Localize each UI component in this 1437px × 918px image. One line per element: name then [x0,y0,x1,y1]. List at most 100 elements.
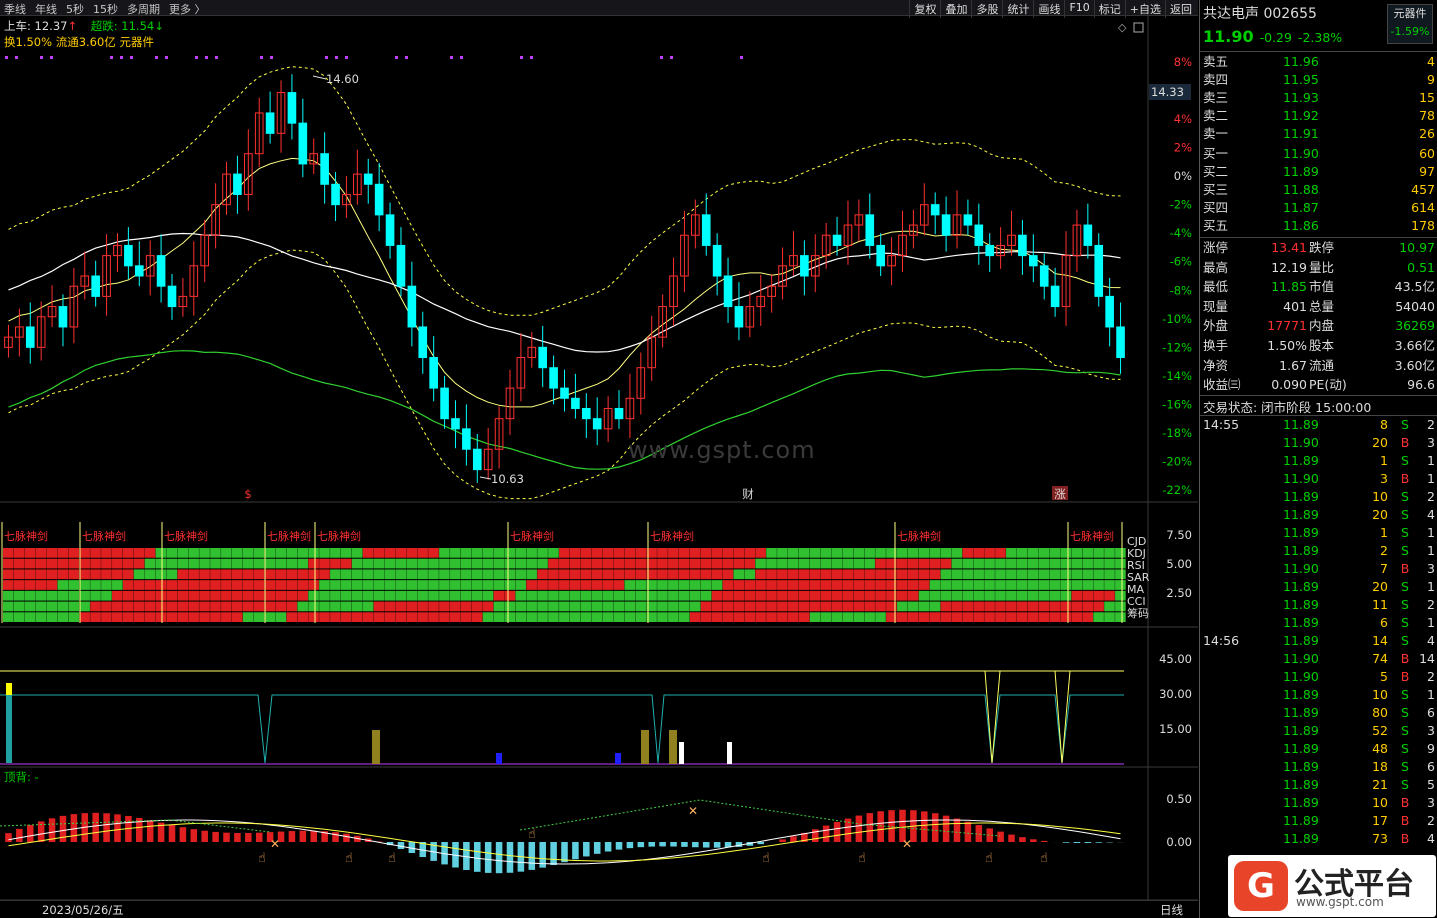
orderbook-row[interactable]: 卖四 11.95 9 [1203,71,1435,89]
signal-cell [1049,612,1061,622]
hand-signal-icon[interactable]: ☝ [388,851,396,866]
candle-body [1050,285,1060,308]
period-item-0[interactable]: 季线 [4,1,26,17]
orderbook-price: 11.92 [1283,108,1319,123]
window-icon[interactable] [1133,22,1144,33]
hand-signal-icon[interactable]: ☝ [528,827,536,842]
tool-menu[interactable]: 复权 叠加 多股 统计 画线 F10 标记 +自选 返回 [909,0,1196,18]
p3-tick-label: 15.00 [1159,722,1192,736]
signal-cell [711,612,723,622]
trade-row: 11.89 1 S 1 [1203,452,1435,470]
orderbook-row[interactable]: 买五 11.86 178 [1203,217,1435,235]
event-marker[interactable]: 涨 [1054,487,1066,501]
event-marker[interactable]: $ [244,487,251,501]
signal-cell [308,580,319,590]
trade-row: 11.89 6 S 1 [1203,614,1435,632]
signal-cell [1016,601,1028,612]
period-label[interactable]: 日线 [1160,902,1183,918]
period-item-5[interactable]: 更多 〉 [169,1,206,17]
signal-cell [221,612,232,622]
signal-cell [122,580,134,590]
signal-cell [1038,580,1050,590]
candle-body [1116,326,1125,359]
signal-cell [177,580,189,590]
period-item-2[interactable]: 5秒 [66,1,84,17]
signal-cell [79,601,90,612]
trade-time: 14:55 [1203,417,1240,432]
signal-cell [1016,548,1028,558]
pct-tick-label: 4% [1174,112,1192,126]
hand-signal-icon[interactable]: ☝ [1040,851,1048,866]
signal-cell [1038,590,1050,601]
signal-cell [417,569,428,580]
hand-signal-icon[interactable]: ☝ [858,851,866,866]
signal-cell [613,612,625,622]
signal-cell [678,590,690,601]
period-item-4[interactable]: 多周期 [127,1,160,17]
signal-cell [951,612,963,622]
signal-cell [286,558,298,569]
trade-volume: 1 [1380,525,1388,540]
hand-signal-icon[interactable]: ☝ [762,851,770,866]
orderbook-row[interactable]: 卖五 11.96 4 [1203,53,1435,71]
orderbook-row[interactable]: 卖二 11.92 78 [1203,107,1435,125]
signal-cell [722,548,734,558]
tool-item-8[interactable]: 返回 [1165,0,1196,18]
signal-cell [351,548,363,558]
figure-signal-icon[interactable]: ✕ [688,804,698,818]
signal-cell [275,569,287,580]
tool-item-6[interactable]: 标记 [1093,0,1125,18]
trade-row: 11.89 17 B 2 [1203,812,1435,830]
trade-price: 11.89 [1283,687,1319,702]
tool-item-3[interactable]: 统计 [1002,0,1033,18]
signal-cell [493,612,505,622]
trade-volume: 17 [1372,813,1388,828]
signal-cell [1027,558,1039,569]
main-chart[interactable]: 8% 4% 2% 0% -2% -4% -6% -8% -10% -12% -14% -16% -18%… [0,0,1198,918]
signal-cell [46,580,58,590]
period-item-1[interactable]: 年线 [35,1,57,17]
figure-signal-icon[interactable]: ✕ [902,837,912,851]
signal-cell [515,601,527,612]
diamond-icon[interactable]: ◇ [1118,21,1127,34]
hand-signal-icon[interactable]: ☝ [258,851,266,866]
orderbook-row[interactable]: 买三 11.88 457 [1203,181,1435,199]
event-marker[interactable]: 财 [742,487,754,501]
signal-cell [253,590,265,601]
tool-item-4[interactable]: 画线 [1033,0,1064,18]
period-menu[interactable]: 季线 年线 5秒 15秒 多周期 更多 〉 [4,1,206,17]
signal-cell [1006,580,1017,590]
tool-item-1[interactable]: 叠加 [940,0,971,18]
signal-cell [308,590,319,601]
hand-signal-icon[interactable]: ☝ [985,851,993,866]
orderbook-row[interactable]: 买四 11.87 614 [1203,199,1435,217]
signal-cell [668,580,679,590]
orderbook-row[interactable]: 卖一 11.91 26 [1203,125,1435,143]
indicator-name: 筹码 [1127,606,1149,620]
signal-cell [471,548,483,558]
signal-cell [482,612,494,622]
hand-signal-icon[interactable]: ☝ [345,851,353,866]
tool-item-2[interactable]: 多股 [971,0,1002,18]
signal-cell [951,548,963,558]
signal-cell [580,601,592,612]
orderbook-row[interactable]: 买一 11.90 60 [1203,145,1435,163]
signal-cell [842,548,854,558]
tool-item-7[interactable]: +自选 [1124,0,1165,18]
trade-price: 11.89 [1283,615,1319,630]
trade-flag: S [1401,417,1409,432]
signal-cell [188,612,199,622]
orderbook-row[interactable]: 买二 11.89 97 [1203,163,1435,181]
signal-cell [635,558,646,569]
figure-signal-icon[interactable]: ✕ [270,837,280,851]
tool-item-5[interactable]: F10 [1064,0,1093,18]
period-item-3[interactable]: 15秒 [93,1,118,17]
industry-badge[interactable]: 元器件 -1.59% [1387,4,1433,44]
signal-cell [897,601,908,612]
signal-cell [700,548,712,558]
signal-cell [962,601,974,612]
orderbook-price: 11.89 [1283,164,1319,179]
orderbook-row[interactable]: 卖三 11.93 15 [1203,89,1435,107]
tool-item-0[interactable]: 复权 [909,0,940,18]
signal-cell [668,548,679,558]
